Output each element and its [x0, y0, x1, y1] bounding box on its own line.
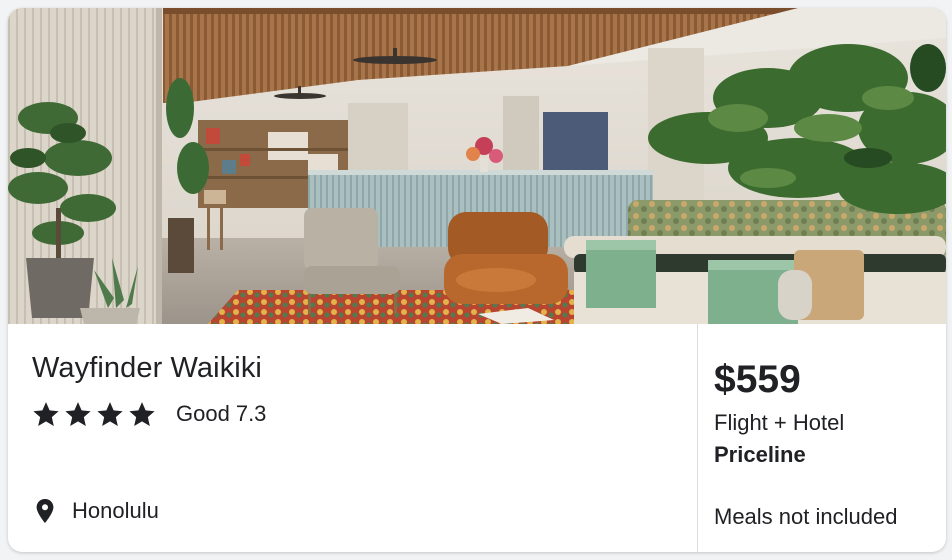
rating-row: Good 7.3 — [32, 400, 266, 428]
star-icon — [96, 400, 124, 428]
hotel-name[interactable]: Wayfinder Waikiki — [32, 352, 262, 385]
offer-panel[interactable]: $559 Flight + Hotel Priceline Meals not … — [698, 324, 946, 552]
package-type: Flight + Hotel — [714, 410, 845, 435]
hotel-info: Wayfinder Waikiki Good 7.3 Honolulu — [8, 324, 697, 552]
location-pin-icon — [36, 499, 54, 523]
hotel-photo[interactable] — [8, 8, 946, 324]
provider-name: Priceline — [714, 442, 806, 467]
meals-info: Meals not included — [714, 504, 898, 529]
star-icon — [128, 400, 156, 428]
hotel-result-card[interactable]: Wayfinder Waikiki Good 7.3 Honolulu $559… — [8, 8, 946, 552]
price: $559 — [714, 358, 801, 401]
star-rating — [32, 400, 156, 428]
star-icon — [64, 400, 92, 428]
star-icon — [32, 400, 60, 428]
rating-word: Good — [176, 401, 230, 426]
location-row: Honolulu — [36, 498, 159, 524]
location-name: Honolulu — [72, 498, 159, 523]
rating-score: 7.3 — [235, 401, 267, 426]
guest-rating: Good 7.3 — [176, 401, 266, 427]
